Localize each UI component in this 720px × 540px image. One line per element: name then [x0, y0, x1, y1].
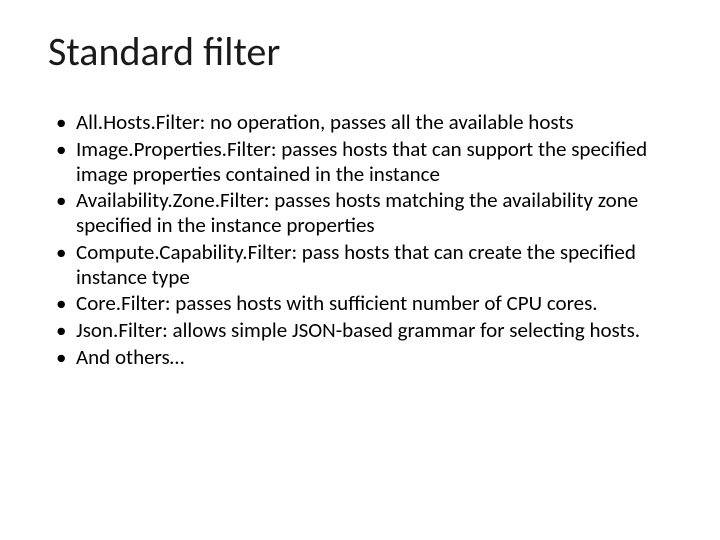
slide: Standard filter All.Hosts.Filter: no ope…	[0, 0, 720, 540]
slide-title: Standard filter	[48, 30, 672, 74]
list-item: Core.Filter: passes hosts with sufficien…	[54, 291, 672, 316]
list-item: Availability.Zone.Filter: passes hosts m…	[54, 188, 672, 238]
list-item: Compute.Capability.Filter: pass hosts th…	[54, 240, 672, 290]
list-item: Image.Properties.Filter: passes hosts th…	[54, 137, 672, 187]
list-item: All.Hosts.Filter: no operation, passes a…	[54, 110, 672, 135]
bullet-list: All.Hosts.Filter: no operation, passes a…	[54, 110, 672, 370]
list-item: And others…	[54, 345, 672, 370]
list-item: Json.Filter: allows simple JSON-based gr…	[54, 318, 672, 343]
